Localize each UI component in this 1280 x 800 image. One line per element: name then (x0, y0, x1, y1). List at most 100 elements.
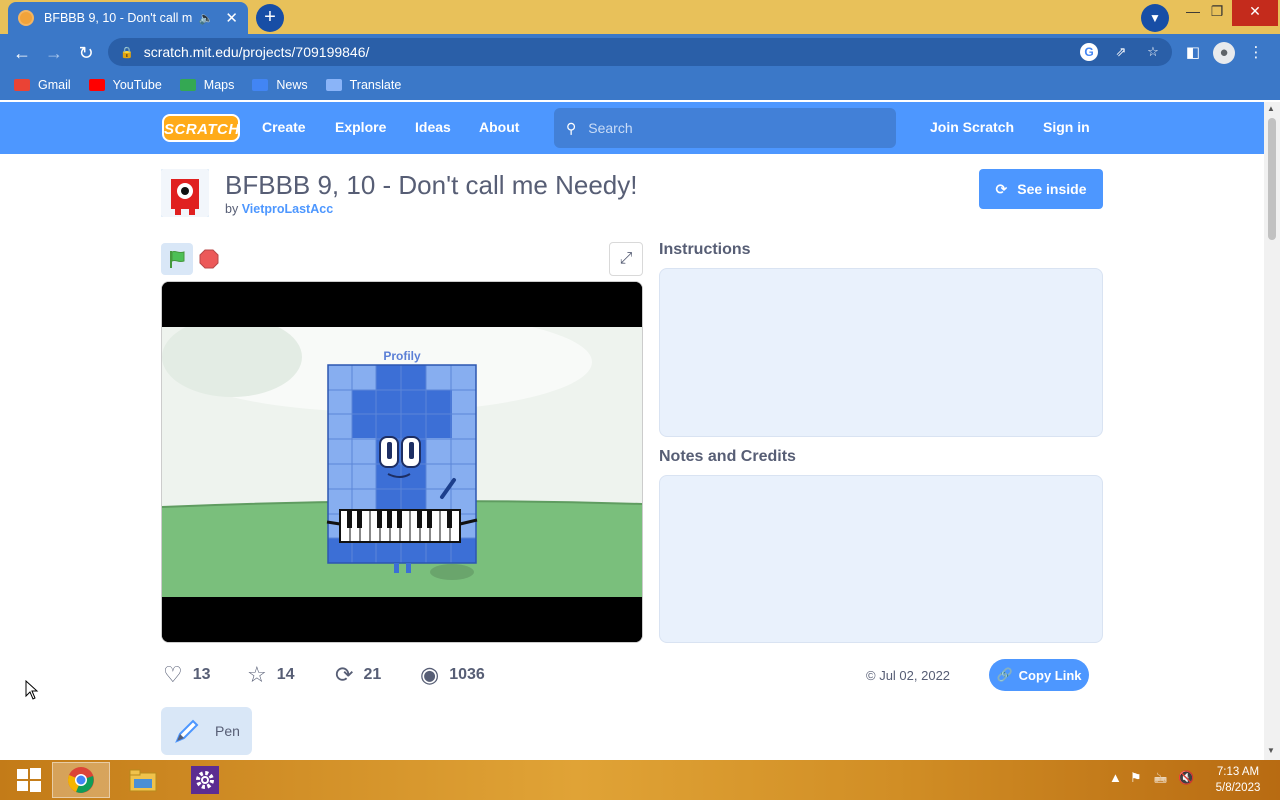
shared-date: © Jul 02, 2022 (866, 668, 951, 683)
taskbar-file-explorer[interactable] (114, 762, 172, 798)
bookmark-label: Translate (349, 78, 402, 92)
project-title: BFBBB 9, 10 - Don't call me Needy! (225, 170, 638, 200)
bookmark-label: Gmail (38, 78, 71, 92)
author-link[interactable]: VietproLastAcc (242, 202, 333, 216)
remix-spiral-icon: ⟳ (335, 662, 354, 687)
nav-about[interactable]: About (479, 119, 519, 135)
bookmark-news[interactable]: News (252, 78, 308, 92)
eye-icon: ◉ (420, 662, 440, 687)
green-flag-button[interactable] (161, 243, 193, 275)
remix-arrows-icon: ⟳ (995, 180, 1008, 197)
remix-count: 21 (363, 666, 382, 683)
view-stat: ◉ 1036 (420, 662, 485, 688)
sign-in-link[interactable]: Sign in (1043, 119, 1090, 135)
scrollbar-thumb[interactable] (1268, 118, 1276, 240)
stage-sprite-label: Profily (383, 349, 421, 363)
fullscreen-icon: ⤢ (619, 250, 633, 267)
tab-title: BFBBB 9, 10 - Don't call me Needy! (44, 11, 193, 25)
gmail-icon (14, 79, 30, 91)
back-button[interactable]: ← (9, 40, 35, 66)
google-lens-icon[interactable]: G (1080, 43, 1098, 61)
start-button[interactable] (0, 762, 58, 798)
bookmarks-bar: Gmail YouTube Maps News Translate (0, 70, 1280, 100)
share-icon[interactable]: ⇗ (1112, 43, 1130, 61)
by-prefix: by (225, 202, 239, 216)
project-byline: by VietproLastAcc (225, 202, 333, 216)
see-inside-label: See inside (1017, 181, 1087, 197)
bookmark-maps[interactable]: Maps (179, 78, 235, 92)
page-scrollbar[interactable]: ▲ ▼ (1264, 102, 1280, 760)
scratch-logo[interactable]: SCRATCH (162, 114, 240, 142)
action-center-flag-icon[interactable]: ⚑ (1130, 770, 1142, 786)
tab-audio-icon[interactable]: 🔈 (198, 11, 213, 25)
side-panel-icon[interactable]: ◧ (1181, 41, 1205, 65)
favorite-count: 14 (276, 666, 295, 683)
nav-explore[interactable]: Explore (335, 119, 386, 135)
news-icon (252, 79, 269, 91)
youtube-icon (88, 79, 105, 91)
volume-muted-icon[interactable]: 🔇 (1178, 770, 1194, 786)
nav-create[interactable]: Create (262, 119, 306, 135)
favorite-stat[interactable]: ☆ 14 (247, 662, 295, 688)
pen-extension-chip: Pen (161, 707, 252, 755)
nav-ideas[interactable]: Ideas (415, 119, 451, 135)
love-count: 13 (192, 666, 211, 683)
scratch-favicon-icon (18, 10, 34, 26)
bookmark-translate[interactable]: Translate (325, 78, 402, 92)
scroll-up-arrow-icon[interactable]: ▲ (1267, 104, 1275, 113)
gear-icon (191, 766, 219, 794)
profile-avatar-icon[interactable]: ● (1213, 42, 1235, 64)
love-stat[interactable]: ♡ 13 (163, 662, 211, 688)
stop-button[interactable] (198, 248, 220, 270)
character-profily (326, 364, 478, 573)
bookmark-label: Maps (203, 78, 235, 92)
taskbar-chrome[interactable] (52, 762, 110, 798)
remix-stat: ⟳ 21 (335, 662, 381, 688)
tab-strip: BFBBB 9, 10 - Don't call me Needy! 🔈 ✕ +… (0, 0, 1280, 34)
bookmark-gmail[interactable]: Gmail (14, 78, 71, 92)
bookmark-star-icon[interactable]: ☆ (1144, 43, 1162, 61)
scratch-navbar: SCRATCH Create Explore Ideas About ⚲ Sea… (0, 102, 1264, 154)
folder-icon (129, 769, 157, 792)
site-search-input[interactable]: ⚲ Search (554, 108, 896, 148)
instructions-box (659, 268, 1103, 437)
maps-icon (179, 79, 196, 91)
chrome-menu-icon[interactable]: ⋮ (1244, 41, 1268, 65)
bookmark-label: News (276, 78, 308, 92)
tray-overflow-icon[interactable]: ▲ (1109, 770, 1122, 785)
window-close-button[interactable]: ✕ (1232, 0, 1278, 26)
taskbar-settings-app[interactable] (176, 762, 234, 798)
heart-icon: ♡ (163, 662, 183, 687)
browser-tab-active[interactable]: BFBBB 9, 10 - Don't call me Needy! 🔈 ✕ (8, 2, 248, 34)
page-viewport: SCRATCH Create Explore Ideas About ⚲ Sea… (0, 102, 1264, 760)
copy-link-label: Copy Link (1018, 667, 1082, 683)
browser-toolbar: ← → ↻ 🔒 scratch.mit.edu/projects/7091998… (0, 34, 1280, 70)
chrome-icon (68, 767, 94, 793)
join-scratch-link[interactable]: Join Scratch (930, 119, 1014, 135)
lock-icon: 🔒 (120, 46, 134, 59)
forward-button[interactable]: → (41, 40, 67, 66)
reload-button[interactable]: ↻ (73, 40, 99, 66)
author-avatar[interactable] (161, 169, 209, 217)
bookmark-youtube[interactable]: YouTube (88, 78, 162, 92)
link-icon: 🔗 (996, 667, 1013, 682)
tab-search-button[interactable]: ▼ (1141, 4, 1169, 32)
project-stage[interactable]: Profily (161, 281, 643, 643)
address-bar[interactable]: 🔒 scratch.mit.edu/projects/709199846/ G … (108, 38, 1172, 66)
windows-taskbar: ▲ ⚑ 🖮 🔇 7:13 AM 5/8/2023 (0, 760, 1280, 800)
restore-button[interactable]: ❐ (1200, 0, 1234, 26)
green-flag-icon (170, 250, 185, 268)
see-inside-button[interactable]: ⟳ See inside (979, 169, 1103, 209)
search-icon: ⚲ (566, 119, 577, 136)
network-icon[interactable]: 🖮 (1154, 770, 1167, 792)
system-clock[interactable]: 7:13 AM 5/8/2023 (1208, 764, 1268, 796)
tab-close-icon[interactable]: ✕ (225, 9, 238, 27)
fullscreen-button[interactable]: ⤢ (609, 242, 643, 276)
new-tab-button[interactable]: + (256, 4, 284, 32)
view-count: 1036 (449, 666, 485, 683)
scroll-down-arrow-icon[interactable]: ▼ (1267, 746, 1275, 755)
mouse-cursor-icon (25, 680, 39, 700)
stage-scene: Profily (162, 282, 642, 642)
copy-link-button[interactable]: 🔗 Copy Link (989, 659, 1089, 691)
clock-time: 7:13 AM (1216, 766, 1260, 778)
